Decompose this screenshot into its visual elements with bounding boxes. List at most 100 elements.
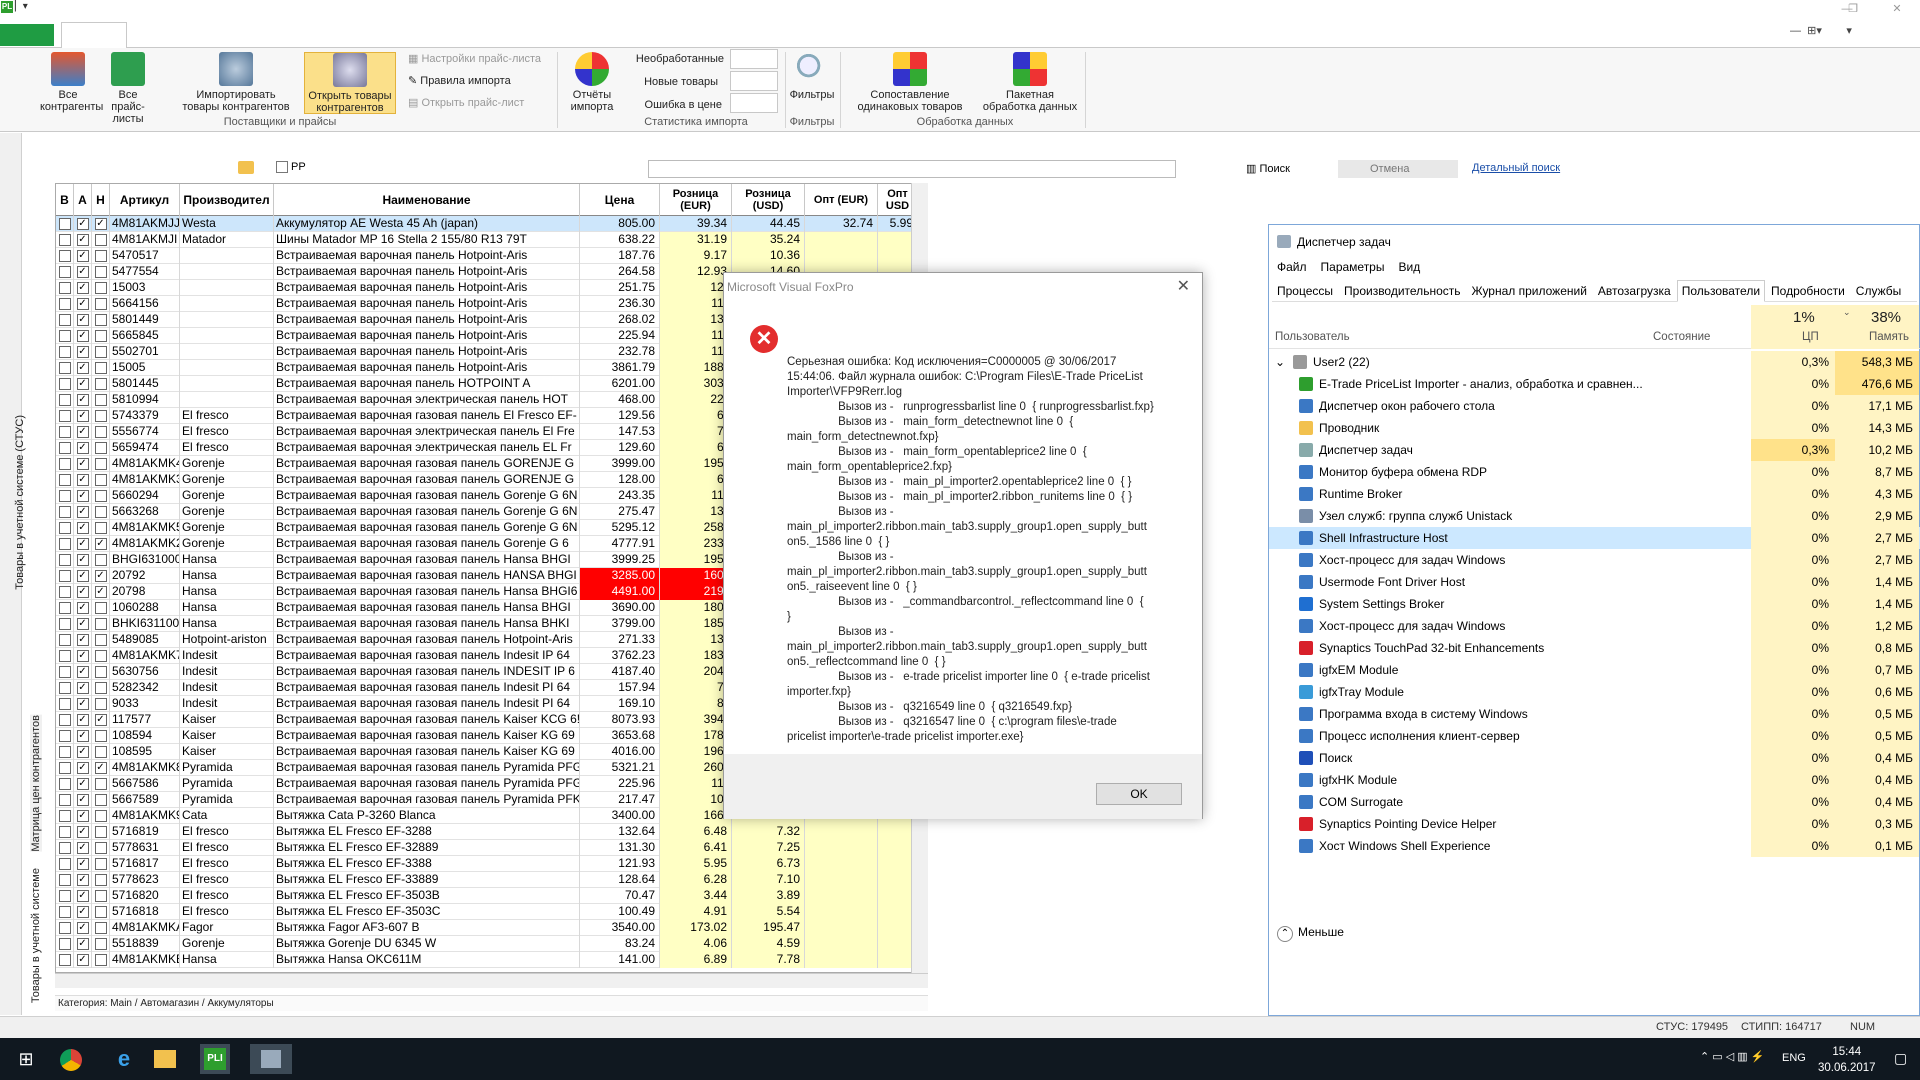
- grid-header-cell[interactable]: Розница (USD): [732, 184, 805, 216]
- table-row[interactable]: ✓ 4M81AKMKA Fagor Вытяжка Fagor AF3-607 B 35…: [56, 920, 927, 936]
- row-checkbox-a[interactable]: ✓: [74, 840, 92, 856]
- grid-header-cell[interactable]: Розница (EUR): [660, 184, 732, 216]
- row-checkbox-a[interactable]: ✓: [74, 568, 92, 584]
- table-row[interactable]: ✓ 4M81AKMKB Hansa Вытяжка Hansa OKC611M 141.…: [56, 952, 927, 968]
- table-row[interactable]: ✓ 5716818 El fresco Вытяжка EL Fresco EF-35…: [56, 904, 927, 920]
- row-checkbox-n[interactable]: [92, 856, 110, 872]
- table-row[interactable]: ✓ 4M81AKMJI Matador Шины Matador MP 16 Stel…: [56, 232, 927, 248]
- table-row[interactable]: ✓ 5716820 El fresco Вытяжка EL Fresco EF-35…: [56, 888, 927, 904]
- row-checkbox-n[interactable]: ✓: [92, 584, 110, 600]
- row-checkbox-n[interactable]: [92, 520, 110, 536]
- row-checkbox-b[interactable]: [56, 408, 74, 424]
- row-checkbox-b[interactable]: [56, 696, 74, 712]
- row-checkbox-n[interactable]: [92, 936, 110, 952]
- row-checkbox-b[interactable]: [56, 664, 74, 680]
- row-checkbox-n[interactable]: [92, 872, 110, 888]
- row-checkbox-a[interactable]: ✓: [74, 520, 92, 536]
- ok-button[interactable]: OK: [1096, 783, 1182, 805]
- grid-header-cell[interactable]: Опт (EUR): [805, 184, 878, 216]
- file-explorer-icon[interactable]: [154, 1050, 176, 1068]
- process-row[interactable]: Хост-процесс для задач Windows 0% 2,7 МБ: [1269, 549, 1920, 571]
- process-row[interactable]: Поиск 0% 0,4 МБ: [1269, 747, 1920, 769]
- pricelist-settings-button[interactable]: ▦ Настройки прайс-листа: [408, 52, 541, 66]
- process-row[interactable]: igfxHK Module 0% 0,4 МБ: [1269, 769, 1920, 791]
- process-row[interactable]: COM Surrogate 0% 0,4 МБ: [1269, 791, 1920, 813]
- row-checkbox-b[interactable]: [56, 248, 74, 264]
- import-rules-button[interactable]: ✎ Правила импорта: [408, 74, 511, 88]
- row-checkbox-b[interactable]: [56, 792, 74, 808]
- process-row[interactable]: System Settings Broker 0% 1,4 МБ: [1269, 593, 1920, 615]
- tab-item[interactable]: Автозагрузка: [1593, 280, 1676, 302]
- process-row[interactable]: Узел служб: группа служб Unistack 0% 2,9 М…: [1269, 505, 1920, 527]
- process-row[interactable]: igfxTray Module 0% 0,6 МБ: [1269, 681, 1920, 703]
- row-checkbox-a[interactable]: ✓: [74, 472, 92, 488]
- row-checkbox-b[interactable]: [56, 456, 74, 472]
- row-checkbox-a[interactable]: ✓: [74, 664, 92, 680]
- start-button-windows-icon[interactable]: ⊞: [10, 1044, 42, 1074]
- row-checkbox-a[interactable]: ✓: [74, 216, 92, 232]
- row-checkbox-b[interactable]: [56, 232, 74, 248]
- row-checkbox-b[interactable]: [56, 600, 74, 616]
- row-checkbox-a[interactable]: ✓: [74, 584, 92, 600]
- taskbar-pricelist-importer[interactable]: PLI: [200, 1044, 230, 1074]
- row-checkbox-a[interactable]: ✓: [74, 760, 92, 776]
- table-row[interactable]: ✓ 5778631 El fresco Вытяжка EL Fresco EF-32…: [56, 840, 927, 856]
- col-memory[interactable]: Память: [1869, 331, 1909, 343]
- row-checkbox-a[interactable]: ✓: [74, 408, 92, 424]
- row-checkbox-b[interactable]: [56, 440, 74, 456]
- batch-processing-button[interactable]: Пакетная обработка данных: [978, 52, 1082, 114]
- tab-item[interactable]: Процессы: [1272, 280, 1338, 302]
- folder-icon[interactable]: [238, 161, 254, 174]
- row-checkbox-a[interactable]: ✓: [74, 552, 92, 568]
- chevron-down-icon[interactable]: ⌄: [1275, 351, 1285, 373]
- row-checkbox-n[interactable]: [92, 472, 110, 488]
- row-checkbox-a[interactable]: ✓: [74, 632, 92, 648]
- row-checkbox-a[interactable]: ✓: [74, 488, 92, 504]
- row-checkbox-a[interactable]: ✓: [74, 312, 92, 328]
- row-checkbox-a[interactable]: ✓: [74, 536, 92, 552]
- row-checkbox-b[interactable]: [56, 616, 74, 632]
- row-checkbox-n[interactable]: [92, 776, 110, 792]
- side-tab-price-matrix[interactable]: Матрица цен контрагентов: [30, 715, 42, 852]
- home-tab[interactable]: [61, 22, 127, 49]
- row-checkbox-b[interactable]: [56, 824, 74, 840]
- row-checkbox-n[interactable]: [92, 392, 110, 408]
- row-checkbox-n[interactable]: [92, 696, 110, 712]
- row-checkbox-a[interactable]: ✓: [74, 600, 92, 616]
- row-checkbox-a[interactable]: ✓: [74, 344, 92, 360]
- process-row[interactable]: Synaptics TouchPad 32-bit Enhancements 0%…: [1269, 637, 1920, 659]
- grid-header-cell[interactable]: В: [56, 184, 74, 216]
- process-row[interactable]: E-Trade PriceList Importer - анализ, обр…: [1269, 373, 1920, 395]
- search-button[interactable]: ▥ Поиск: [1246, 162, 1290, 175]
- menu-item[interactable]: Вид: [1398, 260, 1420, 274]
- tab-item[interactable]: Журнал приложений: [1467, 280, 1592, 302]
- process-row[interactable]: Процесс исполнения клиент-сервер 0% 0,5 МБ: [1269, 725, 1920, 747]
- row-checkbox-b[interactable]: [56, 728, 74, 744]
- row-checkbox-a[interactable]: ✓: [74, 808, 92, 824]
- row-checkbox-b[interactable]: [56, 584, 74, 600]
- col-state[interactable]: Состояние: [1653, 331, 1710, 343]
- row-checkbox-b[interactable]: [56, 472, 74, 488]
- advanced-search-link[interactable]: Детальный поиск: [1472, 162, 1560, 174]
- row-checkbox-n[interactable]: [92, 648, 110, 664]
- row-checkbox-b[interactable]: [56, 264, 74, 280]
- fewer-details-button[interactable]: ⌃ Меньше: [1277, 925, 1344, 942]
- table-row[interactable]: ✓ 5470517 Встраиваемая варочная панель Hot…: [56, 248, 927, 264]
- row-checkbox-b[interactable]: [56, 280, 74, 296]
- row-checkbox-n[interactable]: [92, 360, 110, 376]
- process-row[interactable]: Диспетчер окон рабочего стола 0% 17,1 МБ: [1269, 395, 1920, 417]
- row-checkbox-a[interactable]: ✓: [74, 888, 92, 904]
- row-checkbox-b[interactable]: [56, 808, 74, 824]
- process-row[interactable]: igfxEM Module 0% 0,7 МБ: [1269, 659, 1920, 681]
- process-row[interactable]: Программа входа в систему Windows 0% 0,5 М…: [1269, 703, 1920, 725]
- grid-header-cell[interactable]: Наименование: [274, 184, 580, 216]
- quick-access-toolbar[interactable]: ▏▾: [15, 1, 28, 12]
- row-checkbox-n[interactable]: [92, 344, 110, 360]
- row-checkbox-b[interactable]: [56, 360, 74, 376]
- process-row[interactable]: Диспетчер задач 0,3% 10,2 МБ: [1269, 439, 1920, 461]
- edge-icon[interactable]: e: [108, 1044, 140, 1074]
- process-row[interactable]: Runtime Broker 0% 4,3 МБ: [1269, 483, 1920, 505]
- row-checkbox-n[interactable]: [92, 312, 110, 328]
- row-checkbox-n[interactable]: [92, 440, 110, 456]
- chrome-icon[interactable]: [60, 1049, 82, 1071]
